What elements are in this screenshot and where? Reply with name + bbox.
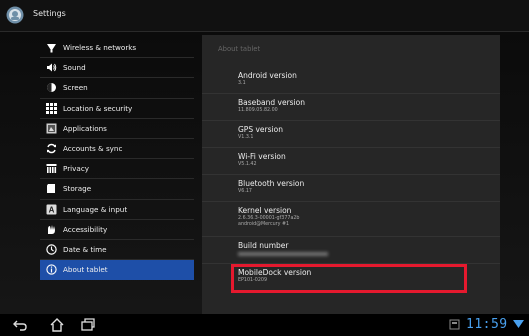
list-item-title: Android version: [238, 71, 297, 80]
system-bar: 11:59: [0, 314, 529, 336]
accessibility-icon: [48, 224, 55, 234]
speaker-icon: [47, 63, 57, 72]
storage-icon: [47, 184, 55, 194]
sidebar-item-label: Location & security: [63, 103, 133, 113]
clock-icon: [46, 244, 57, 255]
title-bar: Settings: [0, 0, 529, 32]
list-item-title: Bluetooth version: [238, 179, 305, 188]
sidebar-item-label: About tablet: [63, 265, 108, 275]
sidebar-item-language-input[interactable]: A Language & input: [40, 200, 194, 220]
privacy-icon: [46, 164, 57, 174]
storage-status-icon: [449, 319, 460, 330]
home-icon[interactable]: [49, 317, 65, 333]
list-item-value: V6.17: [238, 189, 252, 194]
list-item-title: Wi-Fi version: [238, 152, 286, 161]
blurred-build-value: [238, 252, 328, 256]
list-item-gps-version[interactable]: GPS version V1.3.1: [202, 122, 500, 148]
recent-apps-icon[interactable]: [80, 317, 96, 333]
info-icon: [46, 264, 57, 275]
settings-sidebar: Wireless & networks Sound Screen Locatio…: [40, 38, 194, 281]
clock[interactable]: 11:59: [466, 317, 508, 332]
list-item-wifi-version[interactable]: Wi-Fi version V5.1.42: [202, 149, 500, 175]
signal-icon[interactable]: [513, 319, 524, 330]
sidebar-item-privacy[interactable]: Privacy: [40, 159, 194, 180]
sidebar-item-label: Screen: [63, 83, 88, 93]
language-icon: A: [46, 204, 57, 214]
sidebar-item-location-security[interactable]: Location & security: [40, 99, 194, 119]
list-item-value: V1.3.1: [238, 135, 254, 140]
sidebar-item-date-time[interactable]: Date & time: [40, 240, 194, 261]
sidebar-item-accessibility[interactable]: Accessibility: [40, 220, 194, 240]
list-item-baseband-version[interactable]: Baseband version 11.809.05.82.00: [202, 95, 500, 121]
sidebar-item-accounts-sync[interactable]: Accounts & sync: [40, 139, 194, 160]
sync-icon: [47, 143, 56, 154]
sidebar-item-label: Sound: [63, 63, 86, 73]
list-item-value: 2.6.36.3-00001-gf377a2b android@Mercury …: [238, 216, 300, 227]
app-title: Settings: [33, 9, 66, 18]
sidebar-item-sound[interactable]: Sound: [40, 58, 194, 79]
list-item-value: 3.1: [238, 81, 246, 86]
sidebar-item-label: Applications: [63, 123, 107, 133]
sidebar-item-wireless[interactable]: Wireless & networks: [40, 38, 194, 59]
list-item-bluetooth-version[interactable]: Bluetooth version V6.17: [202, 176, 500, 202]
settings-app-icon[interactable]: [6, 6, 24, 24]
sidebar-item-label: Accessibility: [63, 224, 108, 234]
back-icon[interactable]: [12, 317, 28, 333]
list-item-title: Build number: [238, 241, 289, 250]
list-item-title: Baseband version: [238, 98, 305, 107]
list-item-title: GPS version: [238, 125, 283, 134]
sidebar-item-label: Date & time: [63, 244, 107, 254]
list-item-android-version[interactable]: Android version 3.1: [202, 68, 500, 94]
sidebar-item-label: Accounts & sync: [63, 143, 123, 153]
list-item-title: Kernel version: [238, 206, 292, 215]
highlight-box: [231, 264, 467, 293]
sidebar-item-label: Wireless & networks: [63, 43, 137, 52]
panel-title: About tablet: [218, 45, 261, 53]
sidebar-item-about-tablet[interactable]: About tablet: [40, 260, 194, 281]
grid-lock-icon: [46, 102, 57, 114]
svg-text:A: A: [49, 205, 55, 214]
brightness-icon: [47, 83, 56, 93]
list-item-kernel-version[interactable]: Kernel version 2.6.36.3-00001-gf377a2b a…: [202, 203, 500, 237]
applications-icon: [46, 123, 57, 134]
sidebar-item-screen[interactable]: Screen: [40, 78, 194, 99]
wifi-icon: [47, 44, 56, 53]
sidebar-item-label: Language & input: [63, 204, 128, 214]
sidebar-item-label: Privacy: [63, 164, 90, 174]
sidebar-item-storage[interactable]: Storage: [40, 179, 194, 200]
sidebar-item-applications[interactable]: Applications: [40, 119, 194, 139]
sidebar-item-label: Storage: [63, 184, 92, 194]
list-item-build-number[interactable]: Build number: [202, 238, 500, 264]
list-item-value: 11.809.05.82.00: [238, 108, 278, 113]
list-item-value: V5.1.42: [238, 162, 257, 167]
